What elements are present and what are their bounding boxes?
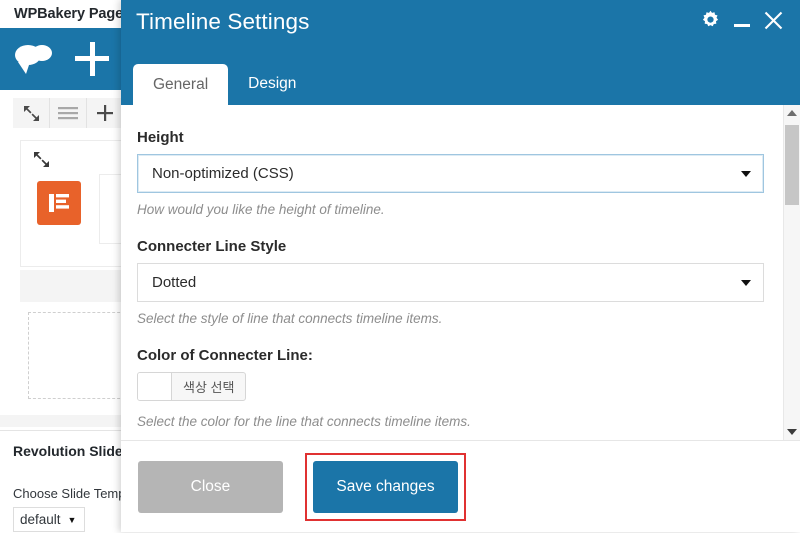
connecter-line-color-label: Color of Connecter Line: (137, 347, 313, 364)
element-container (20, 140, 151, 267)
wpbakery-titlebar: WPBakery Page (0, 0, 124, 28)
connecter-line-color-description: Select the color for the line that conne… (137, 414, 471, 429)
wpbakery-toolbar (0, 28, 121, 90)
add-element-plus-icon[interactable] (75, 42, 109, 76)
tab-general[interactable]: General (133, 63, 229, 105)
modal-tabs: General Design (133, 63, 316, 106)
height-label: Height (137, 129, 184, 146)
panel-title: Revolution Slide (13, 443, 123, 459)
timeline-settings-modal: Timeline Settings General Design Height (121, 0, 800, 532)
height-description: How would you like the height of timelin… (137, 202, 385, 217)
modal-body: Height Non-optimized (CSS) How would you… (121, 105, 800, 440)
tab-design[interactable]: Design (228, 66, 316, 106)
expand-arrows-icon[interactable] (13, 98, 50, 128)
canvas-footer-strip (0, 415, 121, 427)
slide-template-value: default (20, 512, 61, 527)
plus-icon[interactable] (87, 98, 123, 128)
height-select[interactable]: Non-optimized (CSS) (137, 154, 764, 193)
slide-template-label: Choose Slide Temp (13, 486, 126, 501)
color-picker-label: 색상 선택 (183, 380, 235, 395)
connecter-line-style-description: Select the style of line that connects t… (137, 311, 443, 326)
modal-footer: Close Save changes (121, 440, 800, 532)
chevron-down-icon: ▼ (67, 514, 77, 525)
cloud-icon (12, 42, 56, 76)
row-strip (20, 270, 123, 302)
expand-arrows-icon[interactable] (33, 151, 50, 173)
text-block-icon[interactable] (37, 181, 81, 225)
color-swatch[interactable] (138, 373, 172, 400)
save-button-highlight: Save changes (305, 452, 466, 521)
caret-up-icon[interactable] (784, 105, 800, 121)
close-icon[interactable] (763, 10, 784, 31)
connecter-line-style-select[interactable]: Dotted (137, 263, 764, 302)
connecter-line-style-value: Dotted (152, 274, 197, 291)
modal-scrollbar[interactable] (783, 105, 800, 440)
minimize-icon[interactable] (733, 9, 751, 31)
modal-header-controls (700, 9, 784, 31)
close-button[interactable]: Close (138, 460, 283, 513)
slide-template-select[interactable]: default ▼ (13, 507, 85, 532)
chevron-down-icon (741, 279, 751, 286)
hamburger-icon[interactable] (50, 98, 87, 128)
settings-form: Height Non-optimized (CSS) How would you… (121, 105, 784, 440)
height-select-value: Non-optimized (CSS) (152, 165, 294, 182)
chevron-down-icon (741, 170, 751, 177)
modal-title: Timeline Settings (136, 9, 310, 34)
gear-icon[interactable] (700, 10, 721, 31)
revolution-slider-panel: Revolution Slide Choose Slide Temp defau… (0, 430, 126, 533)
wpbakery-canvas (0, 90, 151, 430)
modal-header: Timeline Settings General Design (121, 0, 800, 105)
caret-down-icon[interactable] (784, 424, 800, 440)
color-picker-button[interactable]: 색상 선택 (137, 372, 247, 401)
empty-row-placeholder[interactable] (28, 312, 130, 399)
row-toolbar (13, 98, 123, 128)
wpbakery-title: WPBakery Page (14, 6, 124, 22)
save-changes-button[interactable]: Save changes (313, 460, 458, 513)
scrollbar-thumb[interactable] (785, 125, 799, 205)
connecter-line-style-label: Connecter Line Style (137, 238, 287, 255)
